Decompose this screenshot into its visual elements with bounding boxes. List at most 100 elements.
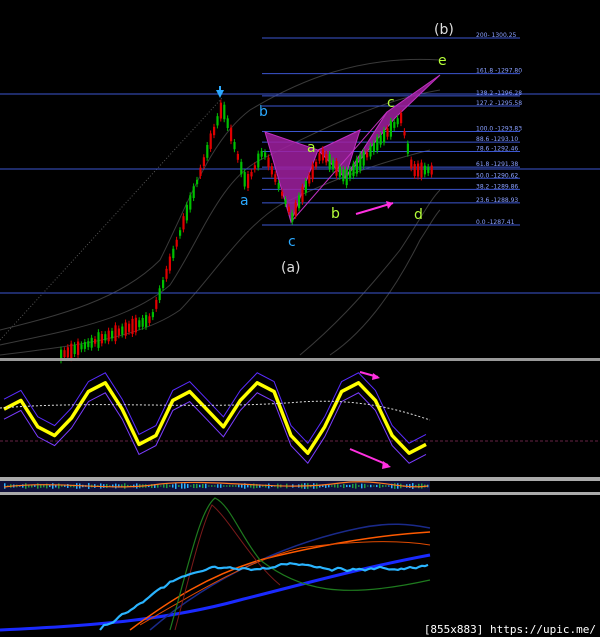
oscillator-line [3, 381, 427, 455]
candle-body [430, 165, 433, 175]
candle-body [223, 104, 226, 120]
histogram-bar [175, 483, 177, 489]
histogram-bar [106, 483, 108, 489]
candle-body [179, 230, 182, 236]
candle-body [141, 317, 144, 327]
candle-body [294, 202, 297, 216]
candle-body [131, 318, 134, 334]
candle-body [342, 169, 345, 182]
histogram-bar [208, 485, 210, 487]
wave-label: b [331, 206, 340, 222]
candle-body [311, 164, 314, 180]
fib-level-label: 88.6 -1293.10 [476, 136, 518, 143]
histogram-bar [364, 483, 366, 489]
histogram-bar [379, 483, 381, 489]
wave-label: c [288, 234, 296, 250]
navy-line [149, 523, 431, 631]
histogram-bar [190, 485, 192, 487]
histogram-bar [193, 483, 195, 489]
candle-body [257, 153, 260, 168]
histogram-bar [205, 483, 207, 489]
histogram-bar [115, 483, 117, 489]
candle-body [406, 143, 409, 154]
histogram-bar [25, 483, 27, 489]
candle-body [308, 175, 311, 184]
histogram-bar [52, 483, 54, 489]
osc-arrow-down-head [382, 461, 391, 469]
chart-stage: 200- 1300.25 161.8 -1297.80 138.2 -1296.28… [0, 0, 600, 637]
candle-body [393, 122, 396, 128]
candle-body [94, 339, 97, 344]
histogram-bar [178, 485, 180, 487]
candle-body [226, 118, 229, 128]
candle-body [175, 239, 178, 247]
candle-body [162, 280, 165, 288]
histogram-bar [241, 484, 243, 488]
fib-level-label: 38.2 -1289.86 [476, 183, 518, 190]
panel-separator [0, 492, 600, 495]
candle-body [389, 120, 392, 137]
candle-body [172, 248, 175, 259]
candle-body [301, 186, 304, 202]
candle-body [396, 118, 399, 125]
fib-level-label: 200- 1300.25 [476, 32, 517, 39]
fib-level-label: 138.2 -1296.28 [476, 90, 522, 97]
case-label: (a) [281, 260, 301, 276]
candle-body [243, 172, 246, 187]
candle-body [325, 153, 328, 163]
wave-label: c [387, 95, 395, 111]
candle-body [87, 341, 90, 348]
fib-level-label: 61.8 -1291.38 [476, 161, 518, 168]
candle-body [362, 151, 365, 166]
candle-body [192, 186, 195, 199]
candle-body [281, 191, 284, 196]
candle-body [63, 350, 66, 358]
candle-body [413, 164, 416, 176]
candle-body [332, 160, 335, 170]
candle-body [379, 135, 382, 145]
candle-body [250, 171, 253, 177]
candle-body [247, 174, 250, 188]
histogram-bar [211, 485, 213, 487]
candle-body [372, 143, 375, 152]
candle-body [410, 159, 413, 169]
candle-body [267, 157, 270, 168]
candle-body [104, 334, 107, 341]
candle-body [199, 167, 202, 176]
candle-body [66, 347, 69, 358]
histogram-bar [217, 484, 219, 488]
wave-label: d [414, 207, 423, 223]
histogram-bar [223, 485, 225, 487]
candle-body [128, 323, 131, 332]
histogram-bar [373, 485, 375, 487]
candle-body [383, 129, 386, 143]
histogram-bar [172, 484, 174, 488]
wave-label: a [240, 193, 249, 209]
histogram-bar [169, 485, 171, 487]
candle-body [77, 341, 80, 355]
candle-body [114, 325, 117, 342]
candle-body [196, 179, 199, 185]
histogram-bar [235, 485, 237, 487]
histogram-bar [382, 484, 384, 488]
histogram-bar [166, 483, 168, 489]
candle-body [376, 136, 379, 151]
histogram-bar [340, 485, 342, 487]
candle-body [291, 212, 294, 222]
footer-watermark: [855x883] https://upic.me/ [421, 623, 598, 636]
candle-body [369, 145, 372, 157]
histogram-bar [214, 485, 216, 487]
fib-level-label: 23.6 -1288.93 [476, 197, 518, 204]
fib-level-label: 161.8 -1297.80 [476, 68, 522, 75]
histogram-bar [388, 485, 390, 487]
wave-label: e [438, 53, 447, 69]
histogram-bar [232, 485, 234, 487]
candle-body [260, 150, 263, 157]
osc-arrow-up-head [372, 373, 380, 380]
histogram-bar [238, 484, 240, 488]
candle-body [111, 330, 114, 339]
candle-body [427, 166, 430, 174]
histogram-bar [163, 484, 165, 488]
candle-body [386, 128, 389, 137]
candle-body [100, 334, 103, 344]
